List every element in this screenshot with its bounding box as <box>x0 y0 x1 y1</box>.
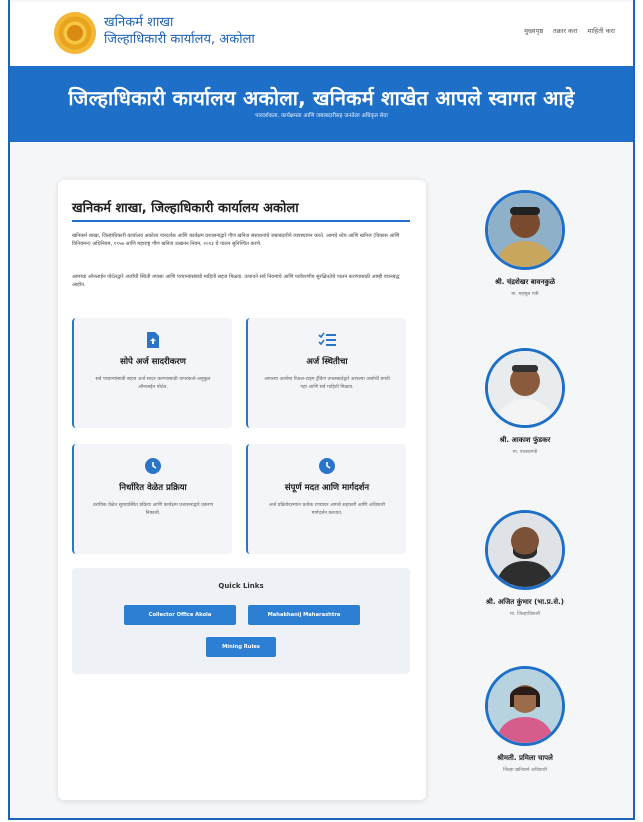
nav-home[interactable]: मुख्यपृष्ठ <box>524 26 543 35</box>
official-name: श्री. आकाश फुंडकर <box>499 436 551 444</box>
hero-subtitle: पारदर्शकता, कार्यक्षमता आणि जबाबदारीसह ज… <box>255 113 388 119</box>
official-card: श्री. आकाश फुंडकर मा. पालकमंत्री <box>470 348 580 455</box>
official-name: श्री. अजित कुंभार (भा.प्र.से.) <box>486 598 564 606</box>
intro-paragraph: खनिकर्म शाखा, जिल्हाधिकारी कार्यालय अकोल… <box>72 233 400 247</box>
feature-title: संपूर्ण मदत आणि मार्गदर्शन <box>284 483 370 493</box>
main-title: खनिकर्म शाखा, जिल्हाधिकारी कार्यालय अकोल… <box>72 201 299 216</box>
official-card: श्री. अजित कुंभार (भा.प्र.से.) मा. जिल्ह… <box>470 510 580 617</box>
official-name: श्रीमती. प्रमिला चापले <box>497 754 553 762</box>
hero-banner: जिल्हाधिकारी कार्यालय अकोला, खनिकर्म शाख… <box>10 66 633 142</box>
avatar <box>485 190 565 270</box>
feature-desc: आपल्या अर्जाचा रिअल-टाइम ट्रॅकिंग उपलब्ध… <box>264 377 390 390</box>
avatar <box>485 348 565 428</box>
feature-desc: अर्ज प्रक्रियेदरम्यान प्रत्येक टप्प्यावर… <box>268 503 385 516</box>
avatar <box>485 510 565 590</box>
official-role: मा. जिल्हाधिकारी <box>509 612 541 617</box>
official-card: श्रीमती. प्रमिला चापले जिल्हा खनिकर्म अध… <box>470 666 580 773</box>
checklist-icon <box>248 332 406 348</box>
official-role: मा. महसूल मंत्री <box>511 292 539 297</box>
feature-card-timed-process: निर्धारित वेळेत प्रक्रिया ठराविक वेळेत स… <box>72 444 232 554</box>
feature-card-help: संपूर्ण मदत आणि मार्गदर्शन अर्ज प्रक्रिय… <box>246 444 406 554</box>
mahakhanij-maharashtra-button[interactable]: Mahakhanij Maharashtra <box>248 605 360 625</box>
official-role: मा. पालकमंत्री <box>512 450 538 455</box>
feature-title: अर्ज स्थितीचा <box>306 357 348 367</box>
official-card: श्री. चंद्रशेखर बावनकुळे मा. महसूल मंत्र… <box>470 190 580 297</box>
file-upload-icon <box>74 332 232 348</box>
feature-card-application: सोपे अर्ज सादरीकरण सर्व परवान्यांसाठी सह… <box>72 318 232 428</box>
feature-desc: सर्व परवान्यांसाठी सहज अर्ज सादर करण्यास… <box>95 377 211 390</box>
top-nav: मुख्यपृष्ठ तक्रार करा माहिती करा <box>524 26 615 35</box>
quick-links-title: Quick Links <box>218 582 264 590</box>
main-card: खनिकर्म शाखा, जिल्हाधिकारी कार्यालय अकोल… <box>58 180 426 800</box>
feature-title: निर्धारित वेळेत प्रक्रिया <box>119 483 187 493</box>
nav-complaint[interactable]: तक्रार करा <box>553 26 577 35</box>
nav-info[interactable]: माहिती करा <box>588 26 616 35</box>
avatar <box>485 666 565 746</box>
quick-links-panel: Quick Links Collector Office Akola Mahak… <box>72 568 410 674</box>
intro-paragraph-2: आमच्या ऑनलाईन पोर्टलद्वारे अर्जांची स्थि… <box>72 274 400 288</box>
title-underline <box>72 220 410 222</box>
official-role: जिल्हा खनिकर्म अधिकारी <box>502 768 548 773</box>
brand[interactable]: खनिकर्म शाखा जिल्हाधिकारी कार्यालय, अकोल… <box>104 14 255 48</box>
brand-line-2: जिल्हाधिकारी कार्यालय, अकोला <box>104 32 255 47</box>
clock-icon <box>248 458 406 474</box>
brand-line-1: खनिकर्म शाखा <box>104 15 174 30</box>
feature-title: सोपे अर्ज सादरीकरण <box>120 357 186 367</box>
collector-office-akola-button[interactable]: Collector Office Akola <box>124 605 236 625</box>
mining-rules-button[interactable]: Mining Rules <box>206 637 276 657</box>
clock-icon <box>74 458 232 474</box>
official-name: श्री. चंद्रशेखर बावनकुळे <box>494 278 556 286</box>
emblem-logo[interactable] <box>54 12 96 54</box>
hero-title: जिल्हाधिकारी कार्यालय अकोला, खनिकर्म शाख… <box>68 86 575 110</box>
feature-card-status: अर्ज स्थितीचा आपल्या अर्जाचा रिअल-टाइम ट… <box>246 318 406 428</box>
feature-desc: ठराविक वेळेत सुव्यवस्थित प्रक्रिया आणि क… <box>93 503 213 516</box>
site-header: खनिकर्म शाखा जिल्हाधिकारी कार्यालय, अकोल… <box>10 2 633 66</box>
